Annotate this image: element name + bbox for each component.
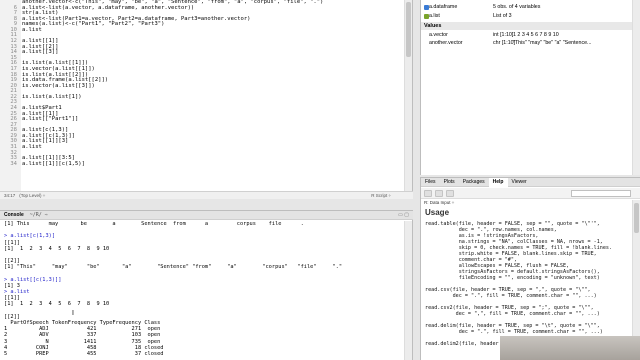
home-icon[interactable] [446,189,454,197]
code-line[interactable]: 34 a.list[[1]][c(1,5)] [0,160,405,168]
env-value-row[interactable]: another.vector chr [1:10] "This" "may" "be… [421,39,633,47]
env-data-row[interactable]: a.dataframe 5 obs. of 4 variables [421,3,633,11]
cursor-position: 34:17 [4,193,16,198]
env-data-row[interactable]: a.list List of 3 [421,12,633,20]
file-type-selector[interactable]: R Script ÷ [371,193,391,198]
environment-scrollbar[interactable] [632,0,640,175]
console-pane[interactable]: Console ~/R/ ⇨ ▭ ▢ [1] This may be a Sen… [0,210,413,360]
env-value-type: int [1:10] [493,32,514,38]
help-scroll-thumb[interactable] [634,203,639,233]
env-object-name: a.list [429,13,440,19]
webcam-overlay [500,336,640,360]
environment-pane[interactable]: a.dataframe 5 obs. of 4 variables a.list Li… [420,0,640,175]
env-value-type: chr [1:10] [493,40,516,46]
tab-viewer[interactable]: Viewer [508,178,531,187]
code-area[interactable]: another.vector<-c("This", "may", "be", "… [0,0,405,191]
code-text[interactable]: a.list[[1]][c(1,5)] [19,161,85,168]
editor-status-bar: 34:17 (Top Level) ÷ R Script ÷ [0,191,413,199]
code-text[interactable]: is.list(a.list[1]) [19,94,82,101]
console-output[interactable]: [1] This may be a Sentence from a corpus… [0,221,405,360]
help-pane[interactable]: Files Plots Packages Help Viewer R: Data Inp… [420,177,640,360]
forward-icon[interactable] [435,189,443,197]
console-output-line: 5 PREP 455 37 closed [4,350,164,357]
help-topic-breadcrumb[interactable]: R: Data Input ÷ [424,200,454,205]
env-value-name: another.vector [429,40,463,46]
values-header: Values [421,22,633,30]
env-value-content: "This" "may" "be" "a" "Sentence... [513,40,592,46]
env-value-content: 1 2 3 4 5 6 7 8 9 10 [513,32,559,38]
env-object-name: a.dataframe [429,4,458,10]
line-number: 34 [10,160,17,167]
console-title[interactable]: Console [4,212,24,218]
help-tabbar: Files Plots Packages Help Viewer [421,177,640,187]
source-editor[interactable]: another.vector<-c("This", "may", "be", "… [0,0,413,199]
code-text[interactable]: a.list[[3]] [19,50,58,56]
code-text[interactable]: a.list [19,144,42,151]
working-directory[interactable]: ~/R/ ⇨ [30,212,48,218]
code-text[interactable]: a.list [19,27,42,34]
editor-scrollbar[interactable] [404,0,412,191]
help-search-input[interactable] [571,190,631,197]
help-code-line: dec = ".", fill = TRUE, comment.char = "… [425,329,603,335]
minimize-maximize-icon[interactable]: ▭ ▢ [398,212,409,218]
console-tabbar: Console ~/R/ ⇨ ▭ ▢ [0,211,413,220]
env-value-row[interactable]: a.vector int [1:10] 1 2 3 4 5 6 7 8 9 10 [421,31,633,39]
back-icon[interactable] [424,189,432,197]
help-section-heading: Usage [425,208,450,217]
code-text[interactable]: is.vector(a.list[[3]]) [19,83,95,90]
editor-scroll-thumb[interactable] [406,2,411,57]
text-cursor-icon: I [72,310,74,317]
tab-packages[interactable]: Packages [459,178,489,187]
tab-plots[interactable]: Plots [440,178,459,187]
code-text[interactable]: a.list[["Part1"]] [19,117,78,123]
env-object-summary: 5 obs. of 4 variables [493,4,541,10]
scope-indicator[interactable]: (Top Level) ÷ [19,193,45,198]
help-code-line: dec = ",", fill = TRUE, comment.char = "… [425,311,600,317]
env-object-summary: List of 3 [493,13,512,19]
console-scrollbar[interactable] [404,221,412,360]
env-value-name: a.vector [429,32,448,38]
help-code-line: fileEncoding = "", encoding = "unknown",… [425,275,600,281]
tab-files[interactable]: Files [421,178,440,187]
tab-help[interactable]: Help [488,177,508,187]
